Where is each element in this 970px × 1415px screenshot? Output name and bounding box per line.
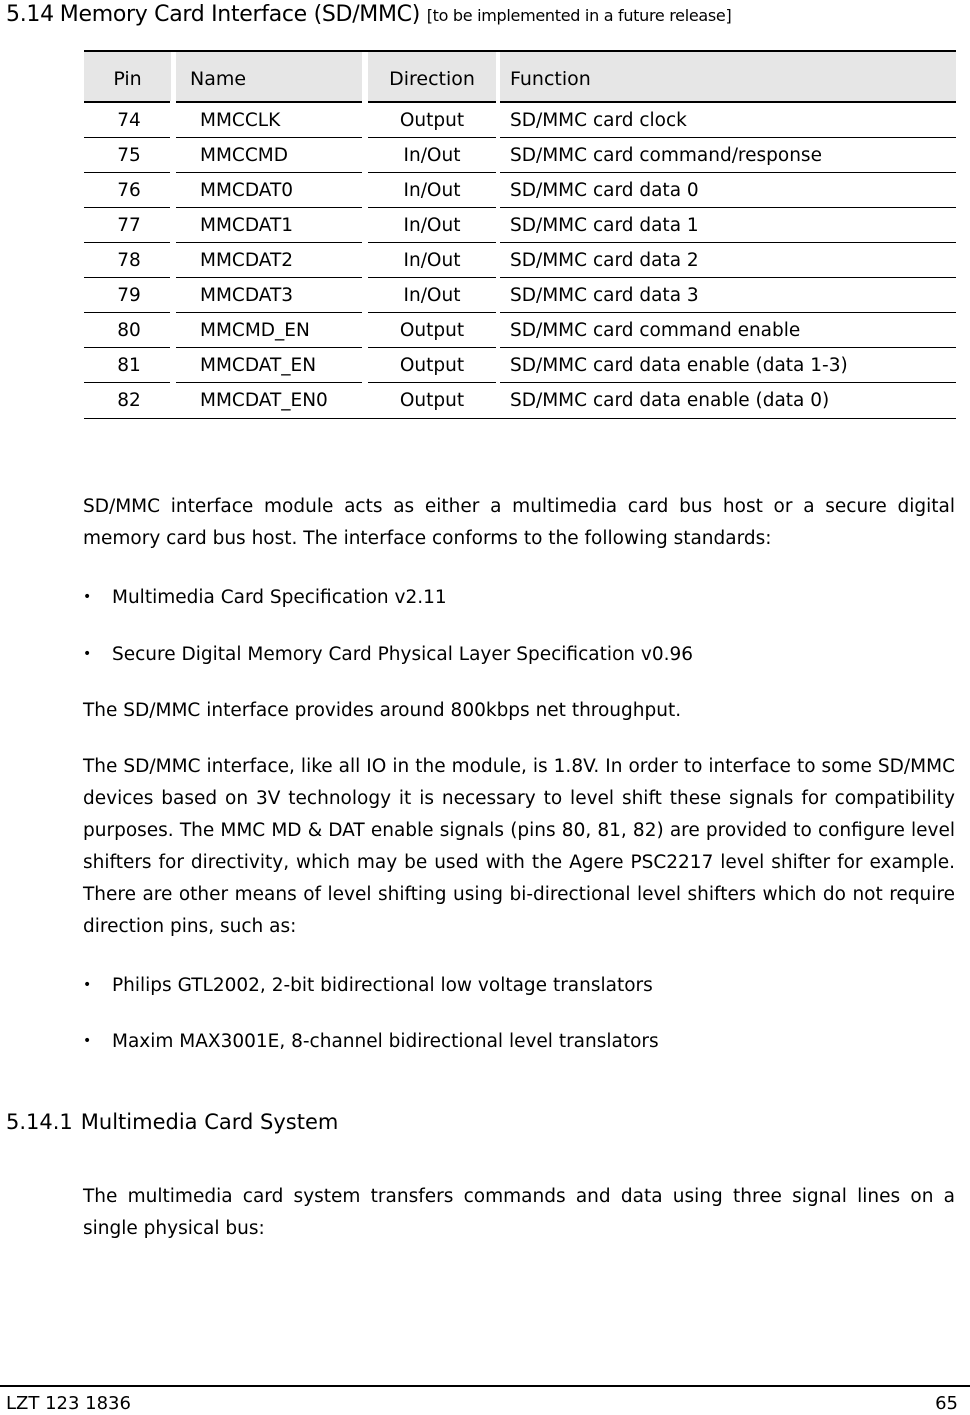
cell-function: SD/MMC card command/response: [510, 145, 822, 166]
cell-function: SD/MMC card clock: [510, 110, 687, 131]
cell-pin: 75: [117, 145, 141, 166]
cell-name: MMCDAT2: [200, 250, 294, 271]
cell-function: SD/MMC card data enable (data 0): [510, 390, 830, 411]
cell-function: SD/MMC card data 0: [510, 180, 699, 201]
cell-function: SD/MMC card data 3: [510, 285, 699, 306]
footer-rule: [0, 1385, 970, 1387]
list-item-text: Multimedia Card Specification v2.11: [112, 587, 447, 608]
cell-direction: Output: [399, 110, 465, 131]
section-title: Memory Card Interface (SD/MMC): [59, 2, 421, 27]
cell-name: MMCDAT_EN: [200, 355, 317, 376]
throughput-paragraph: The SD/MMC interface provides around 800…: [83, 700, 682, 721]
cell-pin: 78: [117, 250, 141, 271]
list-item: • Maxim MAX3001E, 8-channel bidirectional…: [83, 1025, 955, 1058]
list-item-text: Philips GTL2002, 2-bit bidirectional low…: [112, 975, 653, 996]
pin-table: Pin Name Direction Function 74 MMCCLK Ou…: [84, 50, 956, 422]
table-row: 78 MMCDAT2 In/Out SD/MMC card data 2: [84, 243, 956, 278]
list-item: • Multimedia Card Specification v2.11: [83, 581, 955, 614]
list-item: • Secure Digital Memory Card Physical Lay…: [83, 638, 955, 671]
section-heading: 5.14 Memory Card Interface (SD/MMC) [to b…: [6, 2, 732, 27]
section-number: 5.14: [6, 2, 54, 27]
cell-function: SD/MMC card command enable: [510, 320, 801, 341]
section-note: [to be implemented in a future release]: [426, 6, 732, 25]
table-header: Pin Name Direction Function: [84, 52, 956, 103]
header-name: Name: [176, 52, 362, 101]
cell-direction: Output: [399, 390, 465, 411]
subsection-title: Multimedia Card System: [80, 1110, 339, 1134]
bullet-icon: •: [83, 1033, 92, 1049]
cell-direction: In/Out: [403, 145, 461, 166]
table-row: 82 MMCDAT_EN0 Output SD/MMC card data en…: [84, 383, 956, 419]
cell-function: SD/MMC card data 1: [510, 215, 699, 236]
cell-direction: In/Out: [403, 285, 461, 306]
subsection-number: 5.14.1: [6, 1110, 73, 1134]
cell-pin: 79: [117, 285, 141, 306]
cell-name: MMCMD_EN: [200, 320, 310, 341]
cell-name: MMCDAT3: [200, 285, 294, 306]
table-row: 76 MMCDAT0 In/Out SD/MMC card data 0: [84, 173, 956, 208]
table-row: 74 MMCCLK Output SD/MMC card clock: [84, 103, 956, 138]
cell-name: MMCDAT1: [200, 215, 294, 236]
cell-function: SD/MMC card data enable (data 1-3): [510, 355, 848, 376]
bullet-icon: •: [83, 589, 92, 605]
list-item: • Philips GTL2002, 2-bit bidirectional lo…: [83, 969, 955, 1002]
cell-direction: In/Out: [403, 180, 461, 201]
cell-direction: In/Out: [403, 215, 461, 236]
cell-pin: 74: [117, 110, 141, 131]
list-item-text: Secure Digital Memory Card Physical Laye…: [112, 644, 694, 665]
cell-direction: Output: [399, 320, 465, 341]
cell-name: MMCDAT_EN0: [200, 390, 328, 411]
cell-pin: 80: [117, 320, 141, 341]
table-row: 80 MMCMD_EN Output SD/MMC card command e…: [84, 313, 956, 348]
table-row: 79 MMCDAT3 In/Out SD/MMC card data 3: [84, 278, 956, 313]
cell-direction: In/Out: [403, 250, 461, 271]
level-shift-paragraph: The SD/MMC interface, like all IO in the…: [83, 756, 955, 937]
cell-pin: 77: [117, 215, 141, 236]
cell-direction: Output: [399, 355, 465, 376]
cell-function: SD/MMC card data 2: [510, 250, 699, 271]
table-row: 75 MMCCMD In/Out SD/MMC card command/res…: [84, 138, 956, 173]
subsection-heading: 5.14.1 Multimedia Card System: [6, 1110, 338, 1134]
table-row: 81 MMCDAT_EN Output SD/MMC card data ena…: [84, 348, 956, 383]
header-direction: Direction: [368, 52, 496, 101]
list-item-text: Maxim MAX3001E, 8-channel bidirectional …: [112, 1031, 659, 1052]
cell-name: MMCDAT0: [200, 180, 294, 201]
cell-pin: 82: [117, 390, 141, 411]
bullet-icon: •: [83, 977, 92, 993]
header-pin: Pin: [84, 52, 171, 101]
table-row: 77 MMCDAT1 In/Out SD/MMC card data 1: [84, 208, 956, 243]
intro-paragraph: SD/MMC interface module acts as either a…: [83, 496, 955, 549]
header-function: Function: [500, 52, 956, 101]
subsection-paragraph: The multimedia card system transfers com…: [83, 1186, 955, 1239]
cell-pin: 76: [117, 180, 141, 201]
table-bottom-rule: [84, 417, 956, 419]
page-number: 65: [935, 1393, 958, 1414]
cell-pin: 81: [117, 355, 141, 376]
footer-doc-id: LZT 123 1836: [6, 1393, 131, 1414]
cell-name: MMCCMD: [200, 145, 288, 166]
bullet-icon: •: [83, 646, 92, 662]
cell-name: MMCCLK: [200, 110, 281, 131]
